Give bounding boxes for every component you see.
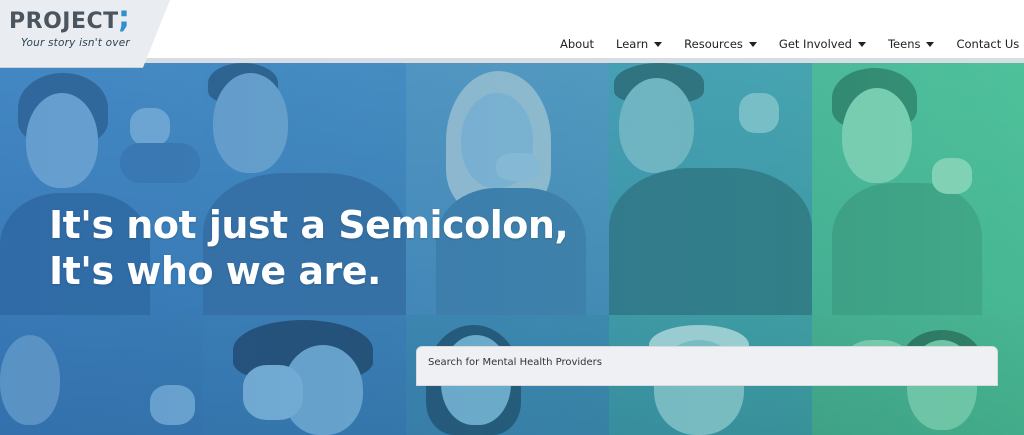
headline-line-1: It's not just a Semicolon, — [49, 203, 569, 247]
logo-tagline: Your story isn't over — [21, 37, 130, 49]
logo[interactable]: PROJECT ; Your story isn't over — [0, 0, 170, 68]
nav-get-involved[interactable]: Get Involved — [779, 37, 866, 51]
header-divider — [0, 58, 1024, 63]
headline-line-2: It's who we are. — [49, 249, 381, 293]
nav-about[interactable]: About — [560, 37, 594, 51]
caret-down-icon — [926, 41, 935, 47]
search-label: Search for Mental Health Providers — [428, 357, 602, 368]
nav-resources[interactable]: Resources — [684, 37, 757, 51]
semicolon-icon: ; — [118, 0, 130, 35]
caret-down-icon — [654, 41, 663, 47]
caret-down-icon — [857, 41, 866, 47]
logo-wordmark: PROJECT — [9, 9, 119, 34]
hero-headline: It's not just a Semicolon, It's who we a… — [49, 202, 569, 294]
nav-teens[interactable]: Teens — [888, 37, 935, 51]
main-nav: About Learn Resources Get Involved Teens… — [560, 37, 1024, 51]
nav-learn[interactable]: Learn — [616, 37, 663, 51]
provider-search-panel[interactable]: Search for Mental Health Providers — [416, 346, 998, 386]
caret-down-icon — [748, 41, 757, 47]
nav-contact-us[interactable]: Contact Us — [956, 37, 1019, 51]
